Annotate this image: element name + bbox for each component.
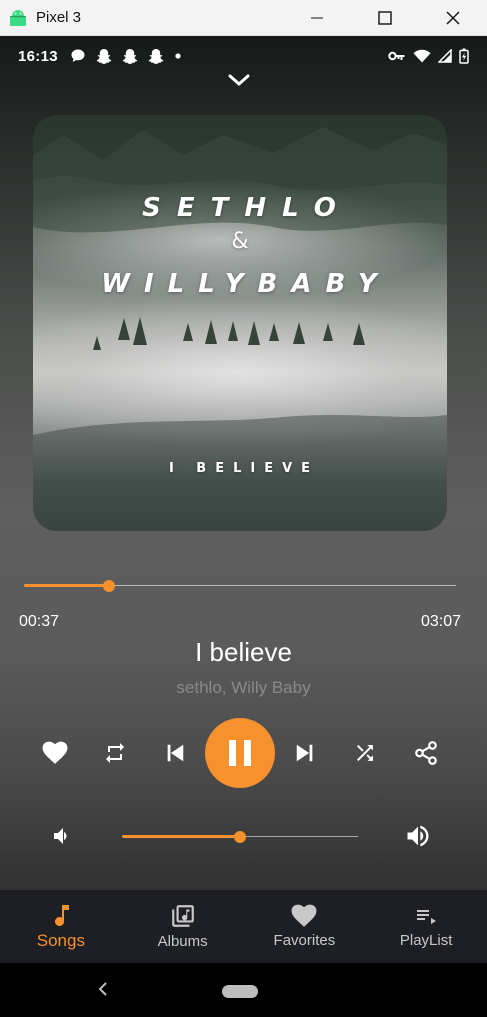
seek-fill bbox=[24, 584, 110, 587]
volume-down-button[interactable] bbox=[50, 824, 74, 853]
nav-albums[interactable]: Albums bbox=[122, 890, 244, 963]
phone-screen: 16:13 SETHLO & WILLYBABY I BELIEVE 00:37… bbox=[0, 37, 487, 1017]
repeat-button[interactable] bbox=[100, 717, 130, 789]
skip-next-icon bbox=[296, 744, 313, 762]
snapchat-notification-icon bbox=[148, 48, 164, 64]
play-pause-button[interactable] bbox=[205, 718, 275, 788]
window-title: Pixel 3 bbox=[36, 9, 82, 26]
seek-bar[interactable] bbox=[24, 578, 456, 594]
music-note-icon bbox=[54, 904, 69, 926]
collapse-player-button[interactable] bbox=[225, 69, 253, 91]
album-artwork: SETHLO & WILLYBABY I BELIEVE bbox=[33, 115, 447, 531]
album-art-text-line2: WILLYBABY bbox=[101, 269, 391, 299]
status-time: 16:13 bbox=[18, 47, 58, 65]
volume-thumb[interactable] bbox=[234, 831, 246, 843]
system-navigation-bar bbox=[0, 963, 487, 1017]
maximize-button[interactable] bbox=[351, 0, 419, 35]
maximize-icon bbox=[378, 10, 392, 25]
nav-playlist-label: PlayList bbox=[399, 932, 453, 949]
heart-icon bbox=[291, 904, 317, 927]
favorite-button[interactable] bbox=[40, 717, 70, 789]
share-button[interactable] bbox=[411, 717, 441, 789]
album-icon bbox=[171, 905, 194, 927]
volume-fill bbox=[122, 835, 240, 838]
nav-favorites-label: Favorites bbox=[273, 932, 336, 949]
nav-songs[interactable]: Songs bbox=[0, 890, 122, 963]
cell-signal-icon bbox=[438, 49, 452, 63]
album-art-ampersand: & bbox=[231, 229, 249, 254]
previous-button[interactable] bbox=[160, 717, 190, 789]
vpn-key-icon bbox=[388, 51, 405, 61]
volume-high-icon bbox=[407, 825, 429, 847]
heart-icon bbox=[42, 741, 68, 764]
chat-notification-icon bbox=[71, 49, 85, 62]
window-title-bar: Pixel 3 bbox=[0, 0, 487, 36]
song-title: I believe bbox=[195, 637, 292, 667]
playlist-icon bbox=[417, 910, 437, 924]
repeat-icon bbox=[106, 743, 124, 763]
minimize-icon bbox=[311, 17, 323, 18]
pause-icon bbox=[229, 740, 251, 766]
share-icon bbox=[415, 741, 437, 765]
system-home-pill[interactable] bbox=[222, 985, 258, 998]
volume-slider[interactable] bbox=[122, 829, 358, 845]
system-back-button[interactable] bbox=[96, 980, 110, 1003]
snapchat-notification-icon bbox=[96, 48, 112, 64]
more-notifications-dot-icon bbox=[175, 53, 181, 59]
volume-up-button[interactable] bbox=[404, 822, 432, 855]
song-artist: sethlo, Willy Baby bbox=[176, 678, 311, 697]
next-button[interactable] bbox=[290, 717, 320, 789]
back-chevron-icon bbox=[98, 982, 107, 996]
nav-albums-label: Albums bbox=[157, 933, 208, 950]
chevron-down-icon bbox=[228, 74, 250, 86]
skip-previous-icon bbox=[167, 744, 184, 762]
close-button[interactable] bbox=[419, 0, 487, 35]
seek-thumb[interactable] bbox=[103, 580, 116, 592]
wifi-icon bbox=[413, 49, 431, 63]
close-icon bbox=[446, 11, 460, 24]
nav-favorites[interactable]: Favorites bbox=[244, 890, 366, 963]
shuffle-icon bbox=[357, 745, 373, 761]
bottom-navigation: Songs Albums Favorites PlayList bbox=[0, 890, 487, 963]
album-art-text-line3: I BELIEVE bbox=[168, 461, 320, 476]
album-art-text-line1: SETHLO bbox=[142, 193, 352, 223]
android-app-icon bbox=[10, 9, 26, 26]
snapchat-notification-icon bbox=[122, 48, 138, 64]
volume-low-icon bbox=[54, 828, 67, 844]
nav-playlist[interactable]: PlayList bbox=[365, 890, 487, 963]
battery-charging-icon bbox=[459, 48, 469, 64]
shuffle-button[interactable] bbox=[349, 717, 381, 789]
current-time: 00:37 bbox=[19, 613, 60, 630]
nav-songs-label: Songs bbox=[36, 930, 85, 950]
minimize-button[interactable] bbox=[283, 0, 351, 35]
total-time: 03:07 bbox=[420, 613, 461, 630]
